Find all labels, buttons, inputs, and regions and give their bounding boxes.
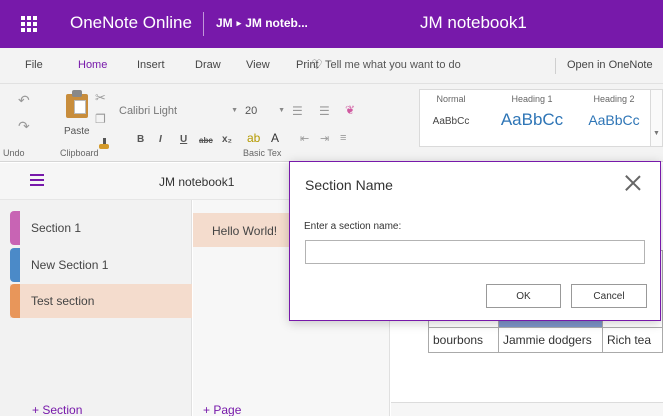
tab-home[interactable]: Home (78, 59, 107, 71)
strikethrough-button[interactable]: abc (199, 136, 213, 145)
bold-button[interactable]: B (137, 134, 144, 145)
document-title: JM notebook1 (420, 13, 527, 32)
font-name-value: Calibri Light (119, 105, 178, 117)
style-preview: AaBbCc (588, 112, 640, 128)
numbering-icon[interactable]: ☰ (319, 104, 330, 118)
hamburger-menu-icon[interactable] (30, 174, 44, 186)
chevron-down-icon: ▼ (278, 107, 285, 114)
tell-me-search[interactable]: Tell me what you want to do (325, 59, 461, 71)
ok-button[interactable]: OK (486, 284, 561, 308)
table-cell[interactable]: bourbons (428, 327, 499, 353)
align-icon[interactable]: ≡ (340, 132, 346, 144)
font-size-dropdown[interactable]: 20 ▼ (245, 105, 289, 117)
tab-view[interactable]: View (246, 59, 270, 71)
style-name: Heading 1 (511, 94, 553, 104)
lightbulb-icon: ♡ (311, 57, 323, 72)
format-painter-icon[interactable] (97, 138, 111, 150)
style-preview: AaBbCc (500, 110, 564, 129)
ribbon: ↶ ↷ Paste ✂ ❐ Calibri Light ▼ 20 ▼ ☰ ☰ ❦… (0, 84, 663, 162)
tab-insert[interactable]: Insert (137, 59, 165, 71)
font-name-dropdown[interactable]: Calibri Light ▼ (119, 105, 242, 117)
chevron-right-icon: ▸ (236, 17, 242, 28)
font-color-icon[interactable]: A (271, 131, 279, 145)
app-name[interactable]: OneNote Online (70, 13, 192, 33)
group-label-undo: Undo (3, 148, 25, 158)
table-cell[interactable]: Jammie dodgers (498, 327, 603, 353)
add-section-button[interactable]: + Section (32, 403, 82, 416)
style-heading-2[interactable]: Heading 2 AaBbCc (580, 94, 648, 128)
tab-file[interactable]: File (25, 59, 43, 71)
redo-icon[interactable]: ↷ (18, 118, 30, 135)
section-label: Test section (31, 294, 95, 308)
undo-icon[interactable]: ↶ (18, 92, 30, 109)
subscript-button[interactable]: x₂ (222, 134, 232, 145)
canvas-bottom-bar (391, 402, 663, 416)
group-label-clipboard: Clipboard (60, 148, 99, 158)
indent-icon[interactable]: ⇥ (320, 132, 329, 145)
font-size-value: 20 (245, 105, 258, 117)
outdent-icon[interactable]: ⇤ (300, 132, 309, 145)
underline-button[interactable]: U (180, 134, 187, 145)
paste-label[interactable]: Paste (64, 126, 90, 137)
section-item-new-section-1[interactable]: New Section 1 (0, 248, 192, 282)
section-name-input[interactable] (305, 240, 645, 264)
style-normal[interactable]: Normal AaBbCc (428, 94, 474, 127)
chevron-down-icon: ▼ (231, 107, 238, 114)
tab-draw[interactable]: Draw (195, 59, 221, 71)
styles-gallery: Normal AaBbCc Heading 1 AaBbCc Heading 2… (419, 89, 651, 147)
cancel-button[interactable]: Cancel (571, 284, 647, 308)
style-name: Normal (436, 94, 466, 104)
section-item-test-section[interactable]: Test section (10, 284, 192, 318)
add-page-button[interactable]: + Page (203, 403, 241, 416)
italic-button[interactable]: I (159, 134, 162, 145)
menu-divider (555, 58, 556, 74)
close-icon[interactable] (621, 171, 645, 195)
section-color-tab (10, 284, 20, 318)
highlight-icon[interactable]: ab (247, 131, 260, 145)
copy-icon[interactable]: ❐ (95, 112, 106, 126)
group-label-basic-text: Basic Tex (243, 148, 282, 158)
cut-icon[interactable]: ✂ (95, 90, 106, 106)
style-name: Heading 2 (593, 94, 635, 104)
style-heading-1[interactable]: Heading 1 AaBbCc (488, 94, 576, 130)
bullets-icon[interactable]: ☰ (292, 104, 303, 118)
ribbon-tabs: File Home Insert Draw View Print ♡ Tell … (0, 48, 663, 84)
title-divider (203, 12, 204, 36)
table-cell[interactable]: Rich tea (602, 327, 663, 353)
section-name-dialog: Section Name Enter a section name: OK Ca… (289, 161, 661, 321)
breadcrumb: JM ▸ JM noteb... (216, 16, 308, 30)
title-bar: OneNote Online JM ▸ JM noteb... JM noteb… (0, 0, 663, 48)
styles-more-button[interactable]: ▼ (651, 89, 663, 147)
section-label: Section 1 (31, 221, 82, 235)
paste-icon[interactable] (66, 90, 90, 118)
waffle-icon (20, 16, 37, 32)
style-preview: AaBbCc (432, 116, 470, 127)
page-label: Hello World! (212, 224, 278, 238)
open-in-onenote-button[interactable]: Open in OneNote (567, 59, 653, 71)
dialog-title: Section Name (305, 177, 393, 193)
notebook-title: JM notebook1 (159, 175, 235, 189)
section-name-label: Enter a section name: (304, 221, 402, 232)
section-item-section-1[interactable]: Section 1 (0, 211, 192, 245)
section-label: New Section 1 (31, 258, 109, 272)
breadcrumb-notebook[interactable]: JM noteb... (245, 16, 308, 30)
clear-format-icon[interactable]: ❦ (345, 103, 355, 117)
breadcrumb-user[interactable]: JM (216, 16, 233, 30)
app-launcher-button[interactable] (0, 0, 57, 48)
